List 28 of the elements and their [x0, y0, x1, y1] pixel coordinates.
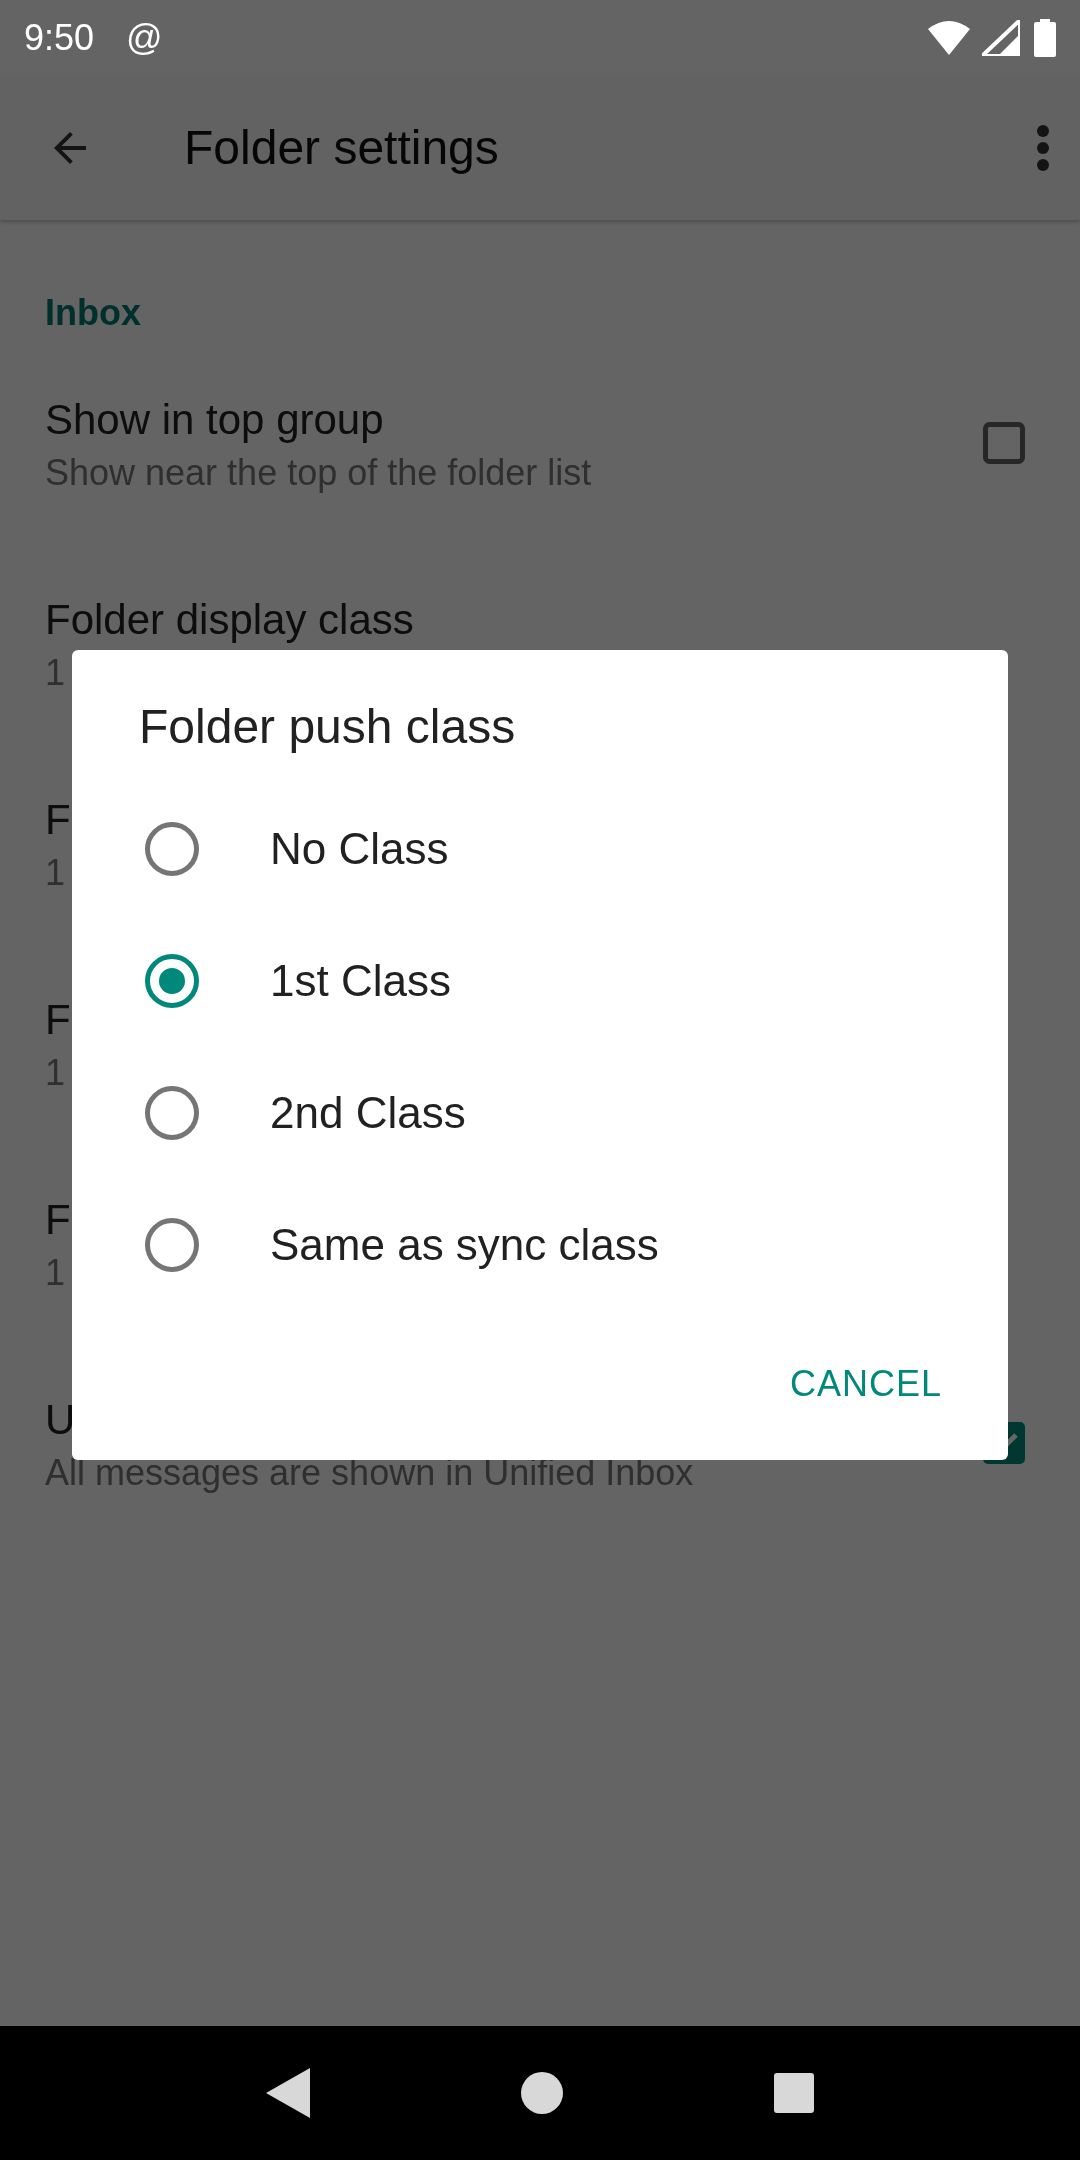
cancel-button[interactable]: CANCEL	[771, 1336, 960, 1432]
checkbox[interactable]	[983, 422, 1025, 464]
option-label[interactable]: Same as sync class	[270, 1220, 659, 1270]
battery-icon	[1034, 18, 1056, 57]
more-options-icon[interactable]	[1036, 123, 1050, 172]
radio-button[interactable]	[145, 822, 199, 876]
setting-title[interactable]: Show in top group	[45, 392, 384, 448]
option-label[interactable]: 1st Class	[270, 956, 451, 1006]
category-header: Inbox	[45, 292, 141, 333]
radio-button[interactable]	[145, 1086, 199, 1140]
recents-icon[interactable]	[774, 2073, 815, 2113]
setting-title[interactable]: F	[45, 1192, 71, 1248]
status-time: 9:50	[24, 16, 95, 59]
radio-button[interactable]	[145, 1218, 199, 1272]
signal-icon	[982, 19, 1020, 56]
option-label[interactable]: No Class	[270, 824, 449, 874]
wifi-icon	[928, 20, 970, 55]
setting-title[interactable]: U	[45, 1392, 76, 1448]
setting-title[interactable]: F	[45, 992, 71, 1048]
back-icon[interactable]	[265, 2068, 310, 2118]
setting-title[interactable]: Folder display class	[45, 592, 414, 648]
option-label[interactable]: 2nd Class	[270, 1088, 466, 1138]
setting-title[interactable]: F	[45, 792, 71, 848]
screen-title: Folder settings	[184, 120, 500, 175]
radio-button[interactable]	[145, 954, 199, 1008]
notification-icon: @	[126, 16, 163, 59]
dialog-title: Folder push class	[139, 700, 517, 754]
home-icon[interactable]	[521, 2072, 563, 2114]
